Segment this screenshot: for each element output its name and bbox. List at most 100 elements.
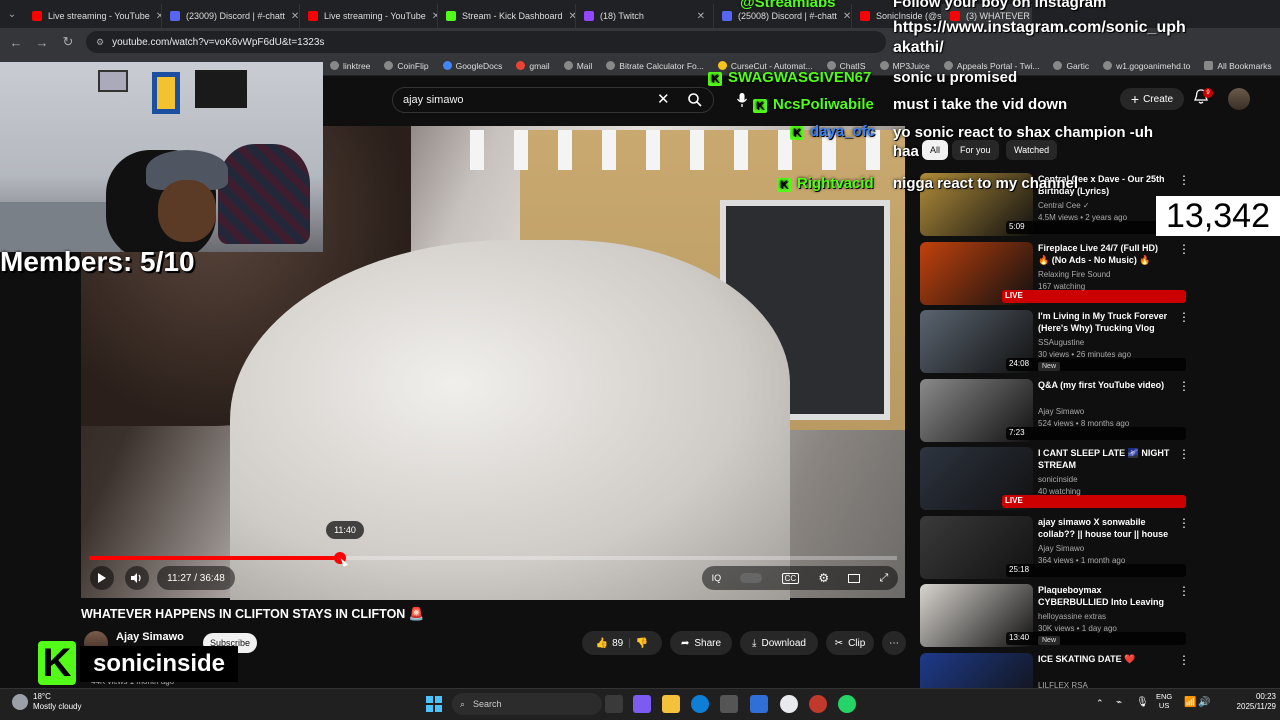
browser-tab[interactable]: Stream - Kick Dashboard ✕ — [438, 4, 576, 28]
speaker-icon[interactable]: 🔊 — [1198, 697, 1210, 708]
bookmark-item[interactable]: w1.gogoanimehd.to — [1103, 61, 1190, 71]
recommendation-channel: Central Cee ✓ — [1038, 201, 1090, 210]
recommendation-channel: Ajay Simawo — [1038, 543, 1085, 553]
recommendation-card[interactable]: 25:18 ajay simawo X sonwabile collab?? ||… — [920, 515, 1190, 580]
like-count: 89 — [612, 637, 624, 649]
voice-search-button[interactable] — [733, 90, 751, 110]
edge-icon[interactable] — [691, 695, 709, 713]
more-vert-icon[interactable]: ⋮ — [1178, 379, 1190, 393]
temperature: 18°C — [33, 692, 51, 701]
address-bar[interactable]: ⚙ youtube.com/watch?v=voK6vWpF6dU&t=1323… — [86, 31, 886, 53]
browser-tab[interactable]: (23009) Discord | #-chatt ✕ — [162, 4, 300, 28]
obs-icon[interactable] — [809, 695, 827, 713]
bookmark-item[interactable]: Gartic — [1053, 61, 1089, 71]
kick-logo-icon: K — [38, 641, 76, 685]
clear-search-icon[interactable]: ✕ — [657, 90, 673, 108]
more-vert-icon[interactable]: ⋮ — [1178, 242, 1190, 256]
bookmark-item[interactable]: linktree — [330, 61, 370, 71]
play-icon — [98, 573, 106, 583]
system-clock[interactable]: 00:23 2025/11/29 — [1212, 692, 1276, 712]
file-explorer-icon[interactable] — [662, 695, 680, 713]
recommendation-card[interactable]: 24:08 I'm Living in My Truck Forever (Her… — [920, 310, 1190, 374]
dislike-button[interactable]: 👎 — [636, 638, 648, 649]
browser-tab[interactable]: (18) Twitch ✕ — [576, 4, 714, 28]
bookmark-label: Mail — [576, 60, 593, 71]
search-icon — [688, 93, 702, 107]
discord-favicon-icon — [170, 11, 180, 21]
bookmark-item[interactable]: Mail — [563, 60, 593, 71]
close-tab-icon[interactable]: ✕ — [843, 11, 851, 22]
recommendation-views: 167 watching — [1038, 281, 1086, 291]
close-tab-icon[interactable]: ✕ — [569, 11, 575, 22]
app-icon[interactable] — [633, 695, 651, 713]
quality-icon[interactable]: IQ — [712, 573, 722, 583]
recommendation-card[interactable]: 7:23 Q&A (my first YouTube video) Ajay Sim… — [920, 378, 1190, 443]
more-vert-icon[interactable]: ⋮ — [1178, 310, 1190, 324]
back-icon[interactable]: ← — [8, 35, 24, 50]
tray-chevron-icon[interactable]: ⌃ — [1096, 698, 1104, 709]
recommendation-card[interactable]: LIVE I CANT SLEEP LATE 🌌 NIGHT STREAM soni… — [920, 447, 1190, 511]
share-button[interactable]: ➦ Share — [670, 631, 732, 655]
reload-icon[interactable]: ↻ — [60, 34, 76, 50]
chat-message: K SWAGWASGIVEN67 — [708, 69, 871, 86]
tab-list-icon[interactable]: ⌄ — [0, 9, 24, 20]
more-vert-icon[interactable]: ⋮ — [1178, 653, 1190, 667]
autoplay-toggle[interactable] — [740, 573, 763, 583]
bookmark-item[interactable]: GoogleDocs — [442, 60, 503, 71]
tab-label: Live streaming - YouTube — [324, 11, 426, 21]
more-vert-icon[interactable]: ⋮ — [1178, 516, 1190, 530]
bookmark-label: w1.gogoanimehd.to — [1116, 60, 1191, 71]
whatsapp-icon[interactable] — [838, 695, 856, 713]
task-view-icon[interactable] — [605, 695, 623, 713]
download-button[interactable]: ⤓ Download — [740, 631, 818, 655]
captions-icon[interactable]: CC — [781, 572, 800, 584]
mic-tray-icon[interactable]: 🎙 — [1136, 697, 1149, 708]
browser-tab[interactable]: Live streaming - YouTube✕ — [300, 4, 438, 28]
wifi-icon[interactable]: 📶 — [1184, 697, 1196, 708]
play-button[interactable] — [90, 566, 114, 590]
viewer-counter: 13,342 — [1156, 196, 1280, 236]
volume-button[interactable] — [125, 566, 149, 590]
taskbar-search[interactable]: ⌕ Search — [452, 693, 602, 715]
network-icon[interactable]: ⌁ — [1116, 697, 1122, 708]
weather-widget[interactable]: 18°C Mostly cloudy — [33, 692, 81, 712]
close-tab-icon[interactable]: ✕ — [291, 11, 299, 22]
bookmark-label: GoogleDocs — [455, 60, 503, 71]
recommendation-card[interactable]: 13:40 Plaqueboymax CYBERBULLIED Into Leav… — [920, 584, 1190, 648]
tab-label: Live streaming - YouTube — [48, 11, 150, 21]
streamlabs-handle: @Streamlabs — [740, 0, 836, 11]
account-avatar[interactable] — [1228, 88, 1250, 110]
recommendation-views: 364 views • 1 month ago — [1038, 555, 1126, 565]
bookmark-item[interactable]: gmail — [516, 61, 550, 71]
fullscreen-icon[interactable]: ⤢ — [880, 572, 889, 585]
miniplayer-icon[interactable] — [848, 573, 861, 583]
start-button[interactable] — [426, 696, 442, 712]
clip-button[interactable]: ✂ Clip — [826, 631, 874, 655]
like-button[interactable]: 👍 89 — [596, 638, 624, 649]
settings-gear-icon[interactable]: ⚙ — [818, 571, 829, 585]
bookmark-item[interactable]: Bitrate Calculator Fo... — [606, 61, 704, 71]
recommendation-title: I'm Living in My Truck Forever (Here's W… — [1038, 311, 1168, 333]
more-actions-button[interactable]: ⋯ — [882, 631, 906, 655]
create-button[interactable]: + Create — [1120, 88, 1184, 110]
tab-label: (18) Twitch — [600, 11, 644, 21]
language-indicator[interactable]: ENG US — [1156, 692, 1172, 710]
bookmark-item[interactable]: CoinFlip — [384, 61, 429, 71]
more-vert-icon[interactable]: ⋮ — [1178, 447, 1190, 461]
all-bookmarks-button[interactable]: All Bookmarks — [1204, 61, 1272, 71]
browser-tab[interactable]: Live streaming - YouTube✕ — [24, 4, 162, 28]
chat-username: daya_ofc — [810, 123, 876, 140]
channel-name[interactable]: Ajay Simawo — [116, 631, 184, 643]
recommendation-card[interactable]: LIVE Fireplace Live 24/7 (Full HD) 🔥 (No … — [920, 241, 1190, 306]
chrome-icon[interactable] — [780, 695, 798, 713]
more-vert-icon[interactable]: ⋮ — [1178, 173, 1190, 187]
site-info-icon[interactable]: ⚙ — [96, 37, 104, 48]
store-icon[interactable] — [720, 695, 738, 713]
search-button[interactable] — [682, 89, 708, 111]
more-vert-icon[interactable]: ⋮ — [1178, 584, 1190, 598]
app-icon[interactable] — [750, 695, 768, 713]
thumbs-down-icon: 👎 — [635, 637, 649, 649]
close-tab-icon[interactable]: ✕ — [697, 11, 705, 22]
forward-icon[interactable]: → — [34, 35, 50, 50]
youtube-favicon-icon — [308, 11, 318, 21]
